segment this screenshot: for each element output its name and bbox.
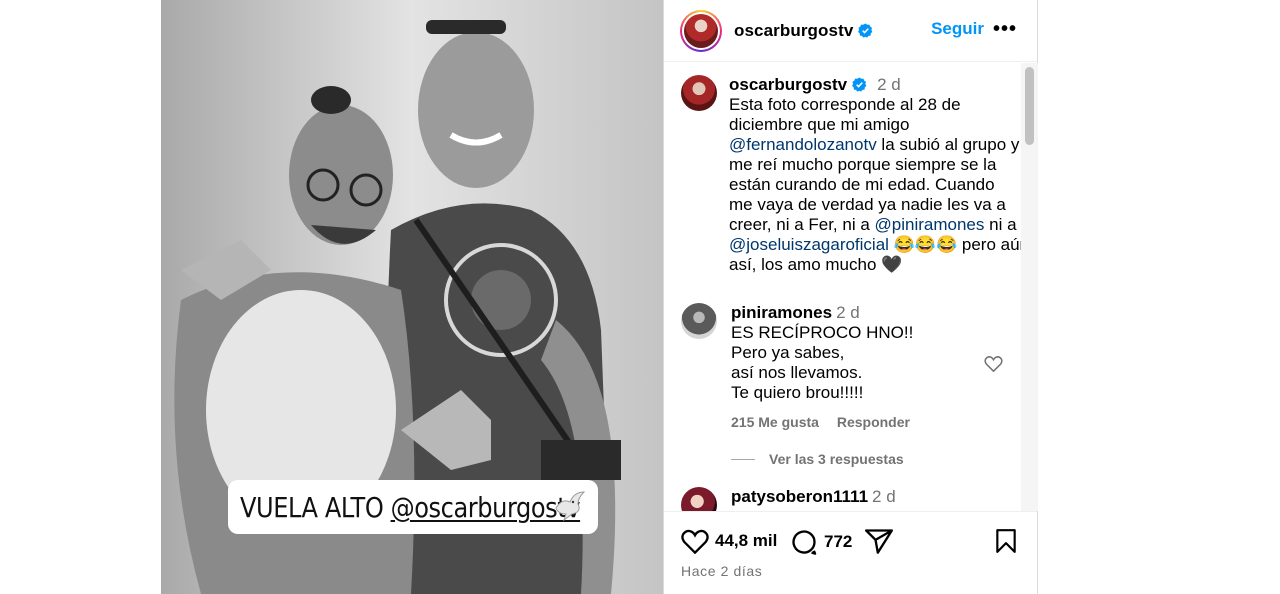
comments-list[interactable]: oscarburgostv 2 d Esta foto corresponde a…: [664, 63, 1021, 511]
save-button[interactable]: [994, 528, 1018, 554]
caption-line: están curando de mi edad. Cuando: [729, 175, 995, 194]
comment-line: ES RECÍPROCO HNO!!: [731, 323, 914, 342]
caption-comment: oscarburgostv 2 d Esta foto corresponde a…: [681, 75, 1021, 275]
caption-line: Esta foto corresponde al 28 de: [729, 95, 961, 114]
comment-body: patysoberon1111 2 d: [731, 487, 1016, 511]
comment-time[interactable]: 2 d: [836, 303, 860, 322]
comment-icon: [792, 530, 817, 555]
author-username[interactable]: oscarburgostv: [734, 21, 873, 41]
comment-like-heart-icon[interactable]: [984, 355, 1003, 372]
bookmark-icon: [996, 529, 1016, 553]
post-header: oscarburgostv Seguir •••: [664, 0, 1037, 62]
reply-button[interactable]: Responder: [837, 414, 910, 430]
comment-line: así nos llevamos.: [731, 363, 863, 382]
photo-caption-sticker: VUELA ALTO @oscarburgostv: [228, 480, 598, 534]
commenter-avatar[interactable]: [681, 303, 717, 339]
author-avatar[interactable]: [680, 9, 722, 52]
caption-line: me vaya de verdad ya nadie les va a: [729, 195, 1006, 214]
caption-line: @joseluiszagaroficial 😂😂😂 pero aún: [729, 235, 1021, 254]
dove-icon: [555, 491, 586, 522]
caption-body: oscarburgostv 2 d Esta foto corresponde a…: [729, 75, 1021, 275]
comment-item: piniramones 2 d ES RECÍPROCO HNO!! Pero y…: [681, 303, 1016, 403]
comments-scrollbar[interactable]: [1021, 63, 1038, 511]
view-replies-button[interactable]: Ver las 3 respuestas: [731, 451, 904, 467]
caption-avatar[interactable]: [681, 75, 717, 111]
caption-line: así, los amo mucho 🖤: [729, 255, 903, 274]
caption-username[interactable]: oscarburgostv: [729, 75, 847, 94]
mention-link[interactable]: @piniramones: [875, 215, 985, 234]
scrollbar-thumb[interactable]: [1025, 67, 1034, 145]
comment-meta: 215 Me gusta Responder: [731, 414, 924, 430]
share-button[interactable]: [865, 528, 893, 554]
commenter-username[interactable]: piniramones: [731, 303, 832, 322]
comment-body: piniramones 2 d ES RECÍPROCO HNO!! Pero y…: [731, 303, 1016, 403]
commenter-avatar[interactable]: [681, 487, 717, 511]
mention-link[interactable]: @joseluiszagaroficial: [729, 235, 889, 254]
post-photo[interactable]: VUELA ALTO @oscarburgostv: [161, 0, 663, 594]
post-actions: 44,8 mil 772 Hace 2 días: [664, 511, 1037, 594]
heart-icon: [681, 529, 709, 554]
comment-time[interactable]: 2 d: [872, 487, 896, 506]
comment-line: Te quiero brou!!!!!: [731, 383, 864, 402]
instagram-post-modal: VUELA ALTO @oscarburgostv oscarburgostv …: [0, 0, 1280, 594]
mention-link[interactable]: @fernandolozanotv: [729, 135, 877, 154]
caption-line: diciembre que mi amigo: [729, 115, 910, 134]
comment-likes-count[interactable]: 215 Me gusta: [731, 414, 819, 430]
comment-button[interactable]: 772: [790, 528, 852, 556]
share-icon: [865, 529, 893, 554]
comments-count[interactable]: 772: [824, 532, 852, 552]
more-options-icon[interactable]: •••: [993, 18, 1017, 41]
comment-item: patysoberon1111 2 d: [681, 487, 1016, 511]
follow-button[interactable]: Seguir: [931, 19, 984, 39]
caption-line: creer, ni a Fer, ni a @piniramones ni a: [729, 215, 1017, 234]
verified-badge-icon: [852, 77, 867, 92]
comment-line: Pero ya sabes,: [731, 343, 845, 362]
like-button[interactable]: 44,8 mil: [681, 528, 777, 554]
verified-badge-icon: [858, 22, 873, 38]
commenter-username[interactable]: patysoberon1111: [731, 487, 868, 506]
likes-count[interactable]: 44,8 mil: [715, 531, 777, 551]
post-side-panel: oscarburgostv Seguir ••• oscarburgostv 2 …: [663, 0, 1038, 594]
post-date[interactable]: Hace 2 días: [681, 563, 762, 579]
caption-line: @fernandolozanotv la subió al grupo y: [729, 135, 1020, 154]
photo-caption-text: VUELA ALTO @oscarburgostv: [240, 490, 581, 524]
caption-time[interactable]: 2 d: [877, 75, 901, 94]
caption-line: me reí mucho porque siempre se la: [729, 155, 997, 174]
